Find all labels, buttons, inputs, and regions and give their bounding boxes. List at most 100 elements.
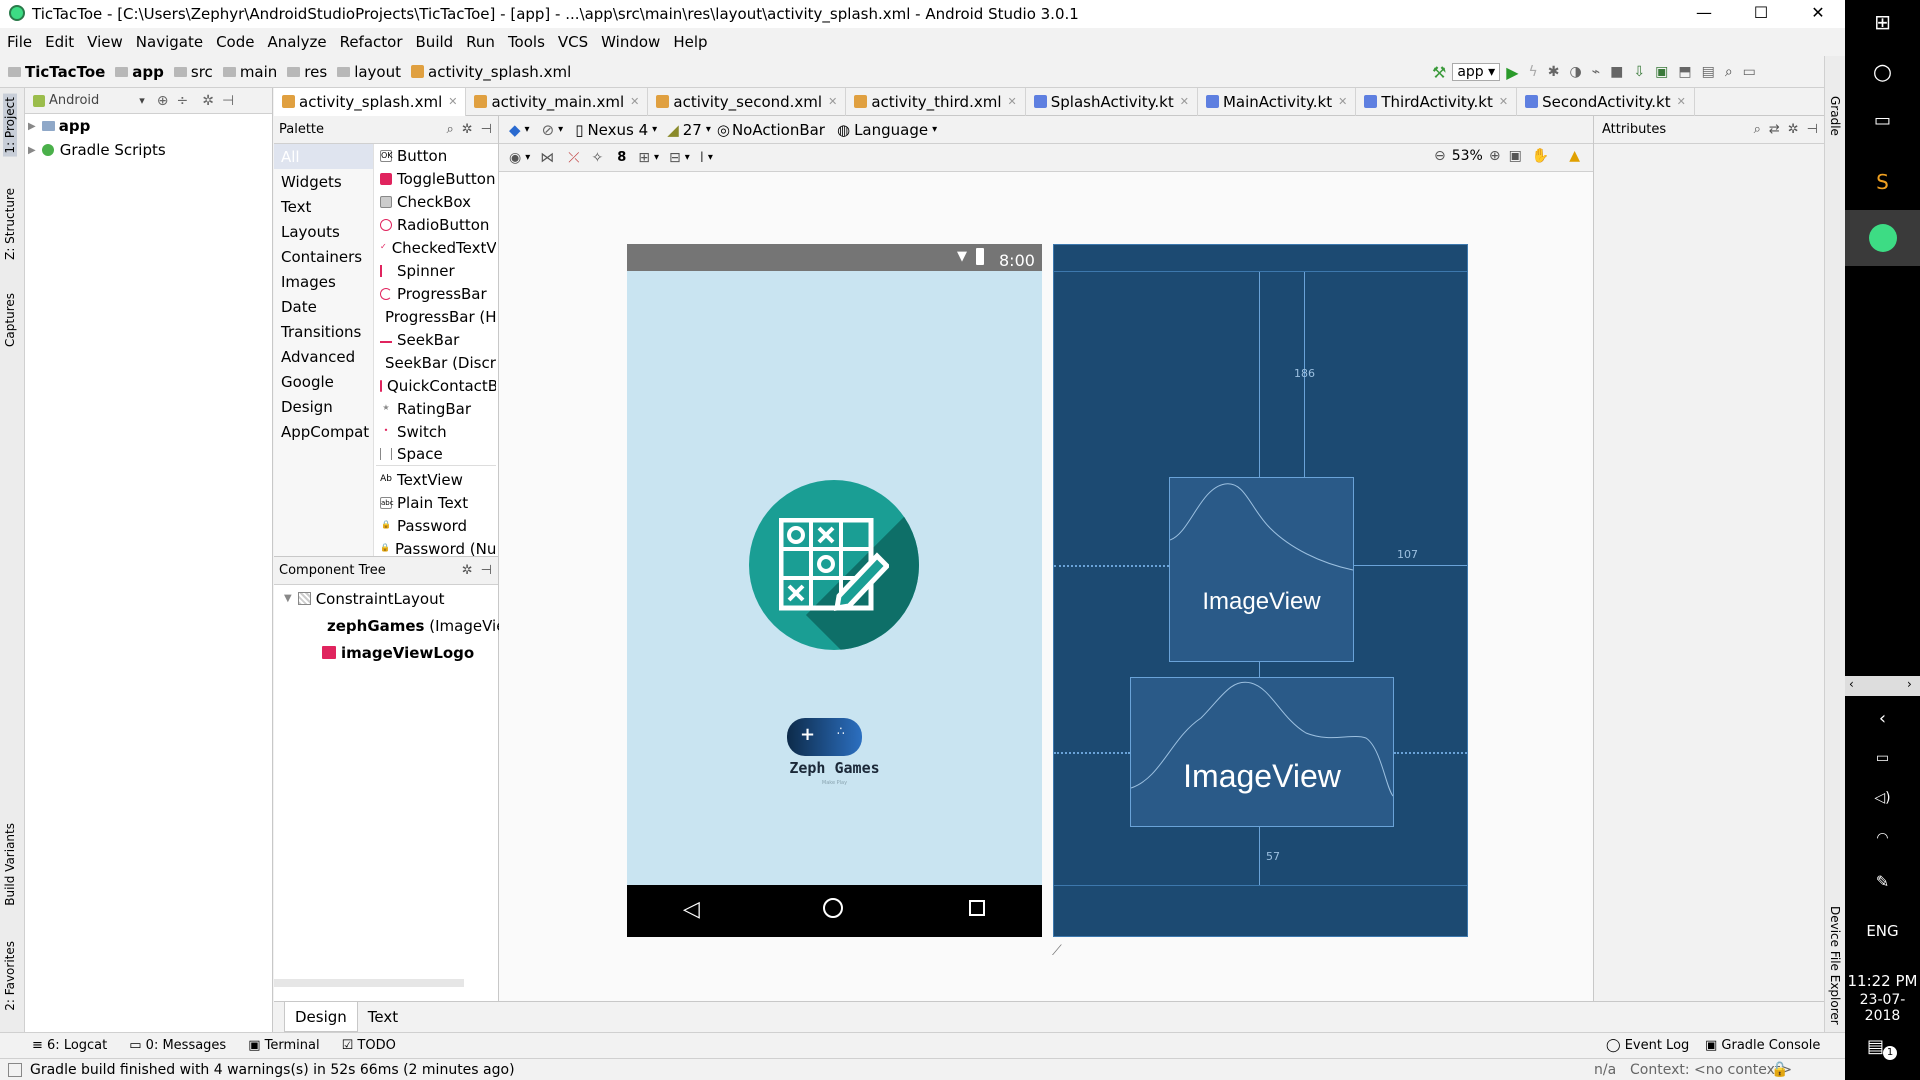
breadcrumb-src[interactable]: src	[173, 63, 213, 81]
gradle-console-button[interactable]: ▣ Gradle Console	[1705, 1038, 1820, 1053]
hide-panel-icon[interactable]: ⊣	[481, 563, 492, 578]
palette-item-ratingbar[interactable]: ★ RatingBar	[376, 397, 496, 420]
dropdown-arrow-icon[interactable]: ▾	[652, 124, 657, 135]
action-center-button[interactable]: ▤ 1	[1867, 1036, 1897, 1060]
warning-icon[interactable]: ▲	[1569, 148, 1580, 164]
menu-vcs[interactable]: VCS	[558, 33, 588, 51]
menu-run[interactable]: Run	[466, 33, 495, 51]
pan-icon[interactable]: ✋	[1532, 148, 1549, 164]
terminal-tool-button[interactable]: ▣ Terminal	[248, 1038, 319, 1053]
tab-activity-third[interactable]: activity_third.xml ✕	[846, 87, 1026, 116]
build-variants-tool-tab[interactable]: Build Variants	[3, 823, 17, 906]
eye-icon[interactable]: ◉	[509, 150, 521, 166]
run-config-select[interactable]: app ▾	[1452, 63, 1501, 81]
todo-tool-button[interactable]: ☑ TODO	[342, 1038, 396, 1053]
guidelines-icon[interactable]: I	[700, 150, 704, 166]
dropdown-arrow-icon[interactable]: ▾	[525, 152, 530, 163]
apply-changes-icon[interactable]: ϟ	[1529, 64, 1538, 80]
close-tab-icon[interactable]: ✕	[1180, 95, 1189, 108]
network-icon[interactable]: ◠	[1845, 830, 1920, 846]
settings-icon[interactable]: ✲	[462, 122, 473, 137]
menu-view[interactable]: View	[87, 33, 123, 51]
avd-manager-icon[interactable]: ▣	[1655, 64, 1668, 80]
breadcrumb-file[interactable]: activity_splash.xml	[411, 63, 571, 81]
layout-icon[interactable]: ▭	[1743, 64, 1756, 80]
resize-handle-icon[interactable]: ⟋	[1052, 943, 1062, 959]
lock-icon[interactable]: 🔓	[1771, 1062, 1788, 1078]
menu-file[interactable]: File	[7, 33, 32, 51]
breadcrumb-res[interactable]: res	[287, 63, 327, 81]
horizontal-scrollbar[interactable]	[274, 979, 464, 987]
expand-arrow-icon[interactable]: ▶	[28, 145, 36, 156]
api-level-select[interactable]: 27	[683, 121, 702, 139]
hide-panel-icon[interactable]: ⊣	[222, 93, 234, 109]
palette-item-space[interactable]: Space	[376, 443, 496, 466]
dropdown-arrow-icon[interactable]: ▾	[654, 152, 659, 163]
dropdown-arrow-icon[interactable]: ▾	[558, 124, 563, 135]
scroll-left-icon[interactable]: ‹	[1849, 677, 1854, 691]
tree-node-imageviewlogo[interactable]: imageViewLogo	[274, 639, 498, 666]
attach-debugger-icon[interactable]: ⌁	[1592, 64, 1600, 80]
dropdown-arrow-icon[interactable]: ▾	[525, 124, 530, 135]
hide-panel-icon[interactable]: ⊣	[481, 122, 492, 137]
tree-node-constraintlayout[interactable]: ▼ ConstraintLayout	[274, 585, 498, 612]
volume-icon[interactable]: ◁)	[1845, 790, 1920, 806]
theme-select[interactable]: NoActionBar	[732, 121, 825, 139]
tree-node-zephgames[interactable]: zephGames (ImageView)	[274, 612, 524, 639]
tree-item-app[interactable]: ▶ app	[25, 114, 272, 138]
sync-icon[interactable]: ⇩	[1633, 64, 1645, 80]
sdk-manager-icon[interactable]: ⬒	[1678, 64, 1691, 80]
palette-item-plain-text[interactable]: abc Plain Text	[376, 491, 496, 514]
clock-date[interactable]: 23-07-2018	[1845, 992, 1920, 1024]
pen-icon[interactable]: ✎	[1845, 872, 1920, 891]
palette-item-spinner[interactable]: Spinner	[376, 259, 496, 282]
search-icon[interactable]: ⌕	[446, 122, 453, 137]
blueprint-view[interactable]: 186 ImageView 107 ImageView 57	[1053, 244, 1468, 937]
battery-icon[interactable]: ▭	[1845, 750, 1920, 766]
breadcrumb-project[interactable]: TicTacToe	[8, 63, 105, 81]
project-tool-tab[interactable]: 1: Project	[3, 94, 17, 157]
palette-item-seekbar-discrete[interactable]: SeekBar (Discrete)	[376, 351, 496, 374]
design-surface-icon[interactable]: ◆	[509, 121, 521, 139]
project-structure-icon[interactable]: ▤	[1702, 64, 1715, 80]
android-studio-taskbar-button[interactable]	[1845, 210, 1920, 266]
zoom-in-icon[interactable]: ⊕	[1489, 148, 1501, 164]
language-select[interactable]: Language	[854, 121, 928, 139]
palette-category-design[interactable]: Design	[274, 394, 373, 419]
palette-category-date[interactable]: Date	[274, 294, 373, 319]
tab-design[interactable]: Design	[284, 1002, 358, 1032]
menu-navigate[interactable]: Navigate	[136, 33, 203, 51]
palette-item-radiobutton[interactable]: RadioButton	[376, 213, 496, 236]
search-everywhere-icon[interactable]: ⌕	[1725, 64, 1733, 80]
project-view-mode[interactable]: Android	[49, 93, 99, 108]
settings-icon[interactable]: ✲	[202, 93, 214, 109]
device-select[interactable]: Nexus 4	[587, 121, 648, 139]
search-icon[interactable]: ⌕	[1754, 122, 1761, 137]
chevron-left-icon[interactable]: ‹	[1845, 708, 1920, 729]
tab-splash-activity[interactable]: SplashActivity.kt ✕	[1026, 87, 1198, 116]
palette-category-transitions[interactable]: Transitions	[274, 319, 373, 344]
palette-item-button[interactable]: OK Button	[376, 144, 496, 167]
palette-item-togglebutton[interactable]: ToggleButton	[376, 167, 496, 190]
messages-tool-button[interactable]: ▭ 0: Messages	[129, 1038, 226, 1053]
palette-item-password[interactable]: 🔒 Password	[376, 514, 496, 537]
menu-window[interactable]: Window	[601, 33, 660, 51]
dropdown-arrow-icon[interactable]: ▾	[708, 152, 713, 163]
orientation-icon[interactable]: ⊘	[542, 121, 555, 139]
tab-activity-splash[interactable]: activity_splash.xml ✕	[274, 87, 467, 116]
clock-time[interactable]: 11:22 PM	[1845, 972, 1920, 990]
menu-analyze[interactable]: Analyze	[267, 33, 326, 51]
close-tab-icon[interactable]: ✕	[828, 95, 837, 108]
view-mode-dropdown-icon[interactable]: ▾	[139, 94, 145, 107]
minimize-button[interactable]: —	[1676, 0, 1732, 28]
expand-arrow-icon[interactable]: ▶	[28, 121, 36, 132]
close-tab-icon[interactable]: ✕	[630, 95, 639, 108]
hide-panel-icon[interactable]: ⊣	[1807, 122, 1818, 137]
palette-item-checkedtextview[interactable]: ✓CheckedTextView	[376, 236, 496, 259]
close-tab-icon[interactable]: ✕	[448, 95, 457, 108]
dropdown-arrow-icon[interactable]: ▾	[932, 124, 937, 135]
dropdown-arrow-icon[interactable]: ▾	[685, 152, 690, 163]
autoconnect-icon[interactable]: ⋈	[540, 150, 554, 166]
gradle-tool-tab[interactable]: Gradle	[1828, 96, 1842, 136]
device-file-explorer-tab[interactable]: Device File Explorer	[1828, 906, 1842, 1025]
